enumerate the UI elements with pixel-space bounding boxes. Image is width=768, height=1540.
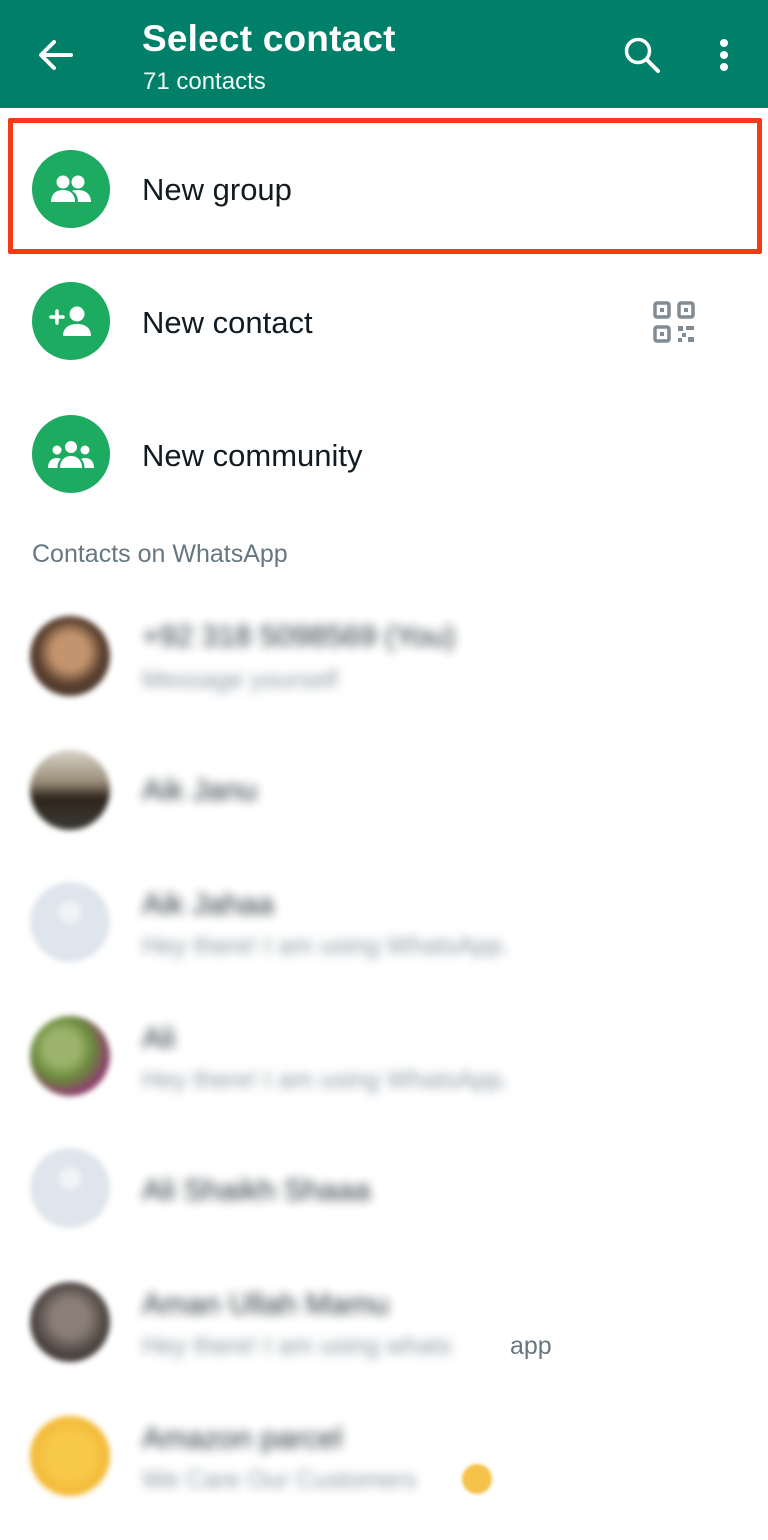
contact-status: We Care Our Customers: [142, 1466, 417, 1494]
avatar: [30, 750, 110, 830]
contact-row[interactable]: Ali Shaikh Shaaa: [0, 1124, 768, 1254]
contact-row[interactable]: Amazon parcel We Care Our Customers: [0, 1392, 768, 1522]
page-title: Select contact: [142, 18, 396, 59]
avatar: [30, 1016, 110, 1096]
contact-status: Hey there! I am using whats: [142, 1332, 452, 1360]
avatar: [30, 1148, 110, 1228]
smiley-emoji-icon: [462, 1464, 492, 1494]
new-community-row[interactable]: New community: [0, 390, 768, 520]
contact-name: Amazon parcel: [142, 1422, 343, 1455]
contact-name: Aman Ullah Mamu: [142, 1288, 389, 1321]
avatar: [30, 616, 110, 696]
contact-status: Hey there! I am using WhatsApp.: [142, 1066, 509, 1094]
contact-name: Ali: [142, 1022, 176, 1055]
search-icon[interactable]: [614, 30, 670, 80]
new-community-label: New community: [142, 438, 363, 473]
contact-row[interactable]: Ali Hey there! I am using WhatsApp.: [0, 992, 768, 1122]
app-bar: Select contact 71 contacts: [0, 0, 768, 108]
contact-name: +92 318 5098569 (You): [142, 620, 456, 653]
more-options-icon[interactable]: [700, 30, 748, 80]
avatar: [30, 1416, 110, 1496]
contact-row[interactable]: Aik Janu: [0, 726, 768, 856]
contact-name: Aik Janu: [142, 774, 258, 807]
contact-count: 71 contacts: [143, 68, 266, 95]
highlight-box: [8, 118, 762, 254]
community-icon: [32, 415, 110, 493]
contact-status-suffix: app: [510, 1332, 552, 1360]
new-contact-label: New contact: [142, 305, 313, 340]
add-person-icon: [32, 282, 110, 360]
contact-name: Aik Jahaa: [142, 888, 274, 921]
qr-code-icon[interactable]: [652, 300, 696, 344]
contact-row[interactable]: Aik Jahaa Hey there! I am using WhatsApp…: [0, 858, 768, 988]
avatar: [30, 1282, 110, 1362]
back-arrow-icon[interactable]: [30, 30, 80, 80]
avatar: [30, 882, 110, 962]
contact-status: Message yourself: [142, 666, 338, 694]
contact-row[interactable]: +92 318 5098569 (You) Message yourself: [0, 592, 768, 722]
contact-name: Ali Shaikh Shaaa: [142, 1174, 371, 1207]
contact-row[interactable]: Aman Ullah Mamu Hey there! I am using wh…: [0, 1258, 768, 1388]
contact-status: Hey there! I am using WhatsApp.: [142, 932, 509, 960]
section-header: Contacts on WhatsApp: [32, 540, 288, 568]
